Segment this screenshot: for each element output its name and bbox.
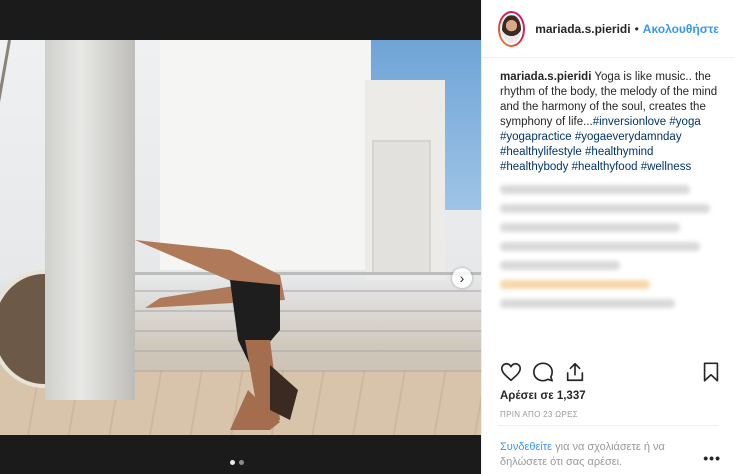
chevron-right-icon: › — [459, 270, 465, 286]
avatar-image — [500, 12, 524, 45]
photo-yoga-figure — [135, 240, 298, 430]
blurred-comment — [500, 280, 650, 289]
avatar[interactable] — [498, 10, 526, 47]
hashtag[interactable]: #yogapractice — [500, 131, 572, 143]
carousel-dots — [230, 460, 244, 465]
share-icon[interactable] — [564, 361, 586, 383]
hashtag[interactable]: #healthybody — [500, 161, 568, 173]
follow-button[interactable]: Ακολουθήστε — [643, 22, 719, 36]
post-timestamp: ΠΡΙΝ ΑΠΟ 23 ΩΡΕΣ — [500, 410, 578, 419]
blurred-comment — [500, 261, 620, 270]
blurred-comment — [500, 204, 710, 213]
hashtag[interactable]: #yoga — [669, 116, 700, 128]
divider — [498, 425, 719, 426]
hashtag[interactable]: #healthymind — [585, 146, 653, 158]
photo-rope — [0, 40, 11, 272]
likes-count[interactable]: Αρέσει σε 1,337 — [500, 390, 586, 402]
photo-door — [372, 140, 431, 274]
caption-username[interactable]: mariada.s.pieridi — [500, 71, 591, 83]
comment-login-prompt: Συνδεθείτε για να σχολιάσετε ή να δηλώσε… — [500, 440, 700, 470]
hashtag[interactable]: #wellness — [641, 161, 692, 173]
bookmark-icon[interactable] — [700, 361, 722, 383]
post-media: › — [0, 0, 481, 474]
more-options-button[interactable]: ••• — [703, 450, 721, 466]
post-side-panel: mariada.s.pieridi • Ακολουθήστε mariada.… — [481, 0, 735, 474]
heart-icon[interactable] — [500, 361, 522, 383]
carousel-dot — [239, 460, 244, 465]
blurred-comment — [500, 242, 700, 251]
hashtag[interactable]: #inversionlove — [593, 116, 667, 128]
hashtag[interactable]: #healthyfood — [572, 161, 638, 173]
post-photo[interactable]: › — [0, 40, 481, 435]
login-link[interactable]: Συνδεθείτε — [500, 441, 552, 453]
post-header: mariada.s.pieridi • Ακολουθήστε — [482, 0, 735, 58]
hashtag[interactable]: #yogaeverydamnday — [575, 131, 682, 143]
post-actions — [500, 360, 722, 384]
hashtag[interactable]: #healthylifestyle — [500, 146, 582, 158]
header-separator: • — [634, 21, 639, 36]
blurred-comments — [500, 185, 719, 308]
post-caption: mariada.s.pieridi Yoga is like music.. t… — [482, 58, 735, 348]
blurred-comment — [500, 223, 680, 232]
carousel-dot-active — [230, 460, 235, 465]
header-username[interactable]: mariada.s.pieridi — [535, 22, 630, 36]
blurred-comment — [500, 185, 690, 194]
next-photo-button[interactable]: › — [452, 268, 472, 288]
blurred-comment — [500, 299, 675, 308]
comment-icon[interactable] — [532, 361, 554, 383]
